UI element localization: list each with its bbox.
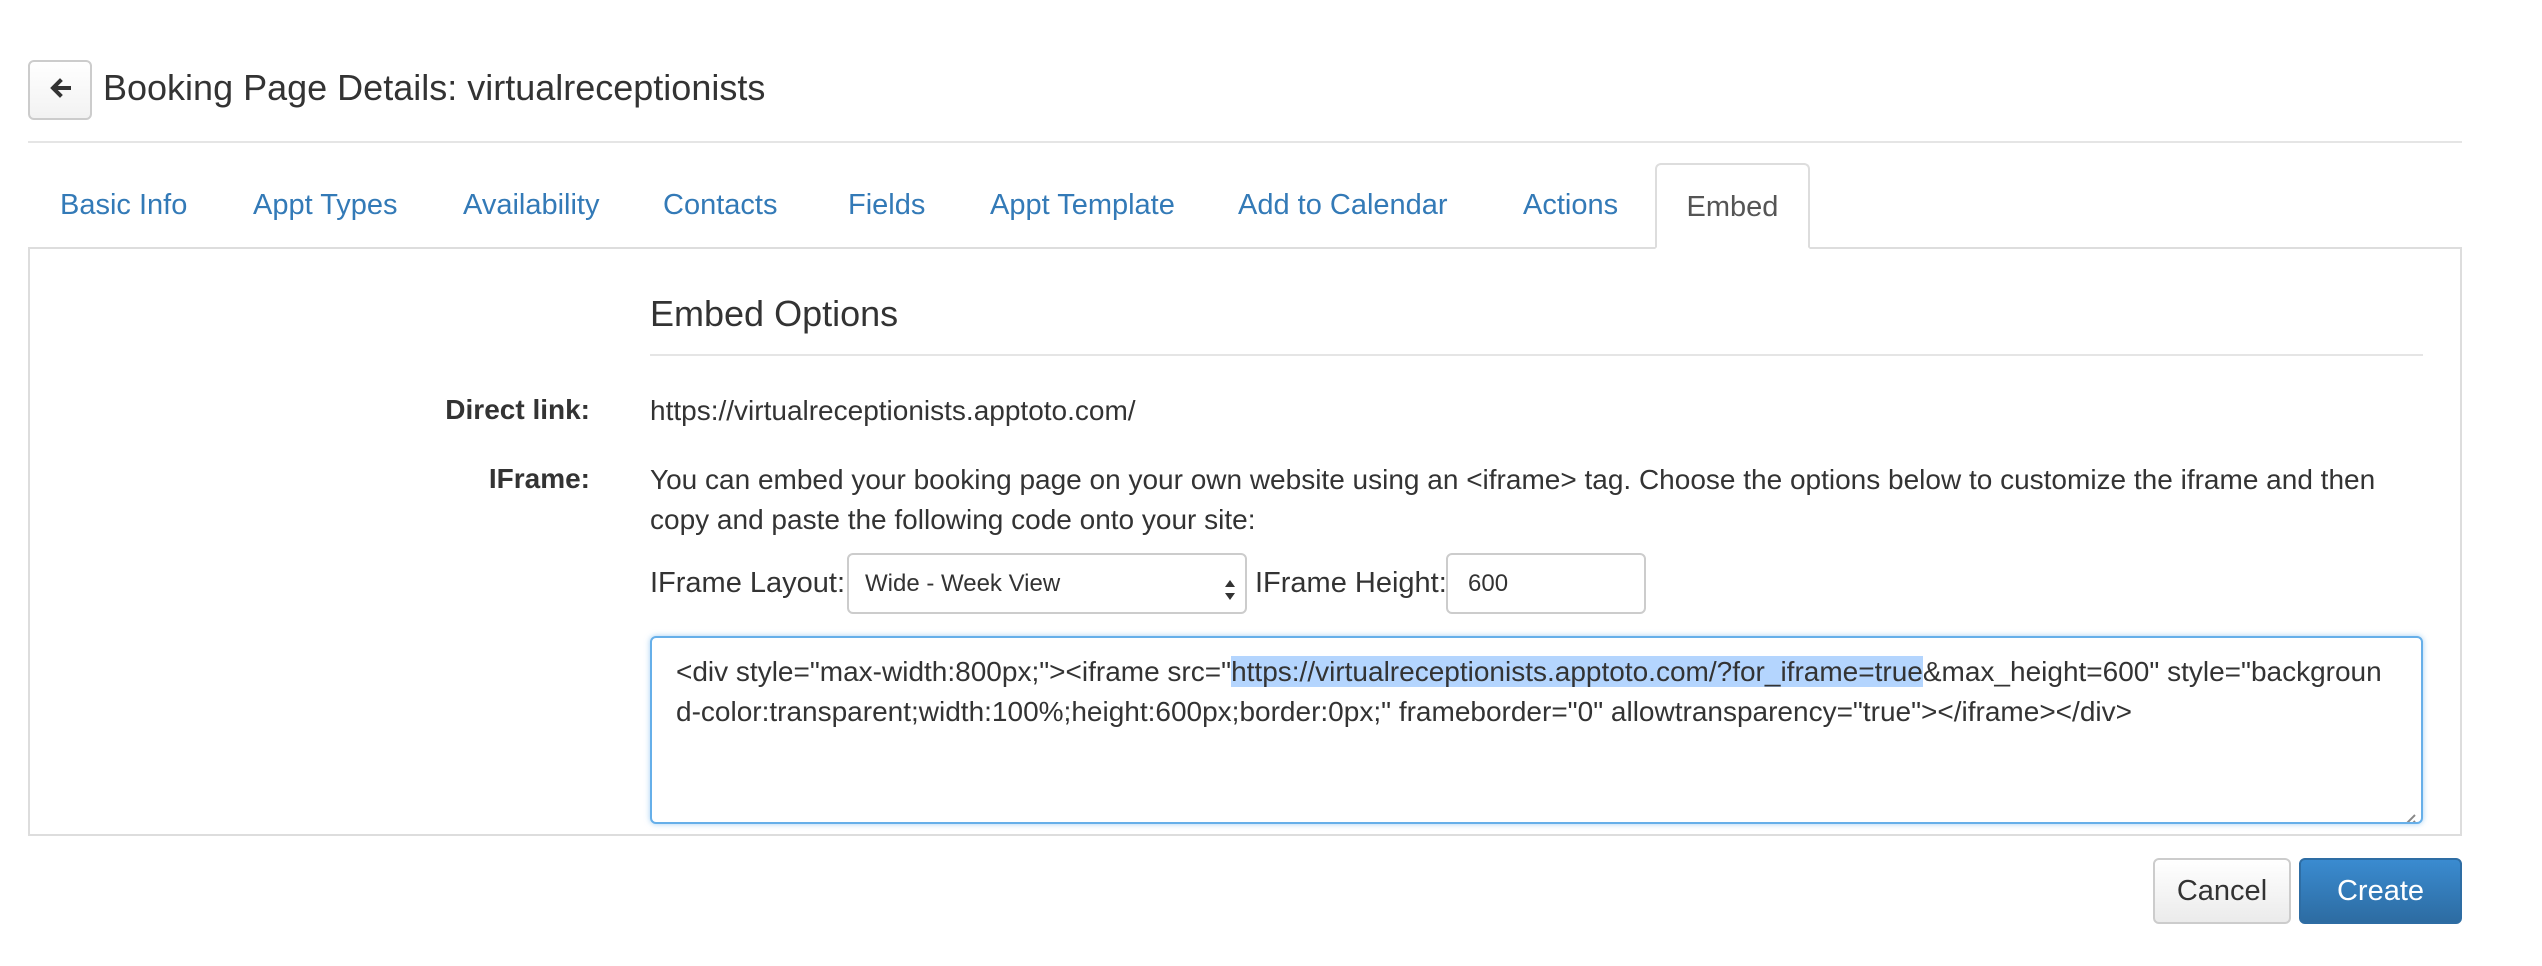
embed-code-textarea[interactable]: <div style="max-width:800px;"><iframe sr… (650, 636, 2423, 824)
create-button[interactable]: Create (2299, 858, 2462, 924)
booking-page-details: Booking Page Details: virtualreceptionis… (0, 0, 2542, 966)
iframe-height-label: IFrame Height: (1255, 567, 1447, 599)
tab-basic-info[interactable]: Basic Info (60, 163, 187, 247)
tab-appt-types[interactable]: Appt Types (253, 163, 398, 247)
iframe-height-input[interactable]: 600 (1446, 553, 1646, 614)
tab-bar: Basic Info Appt Types Availability Conta… (28, 163, 2462, 249)
tab-availability[interactable]: Availability (463, 163, 599, 247)
iframe-layout-selected: Wide - Week View (865, 570, 1061, 597)
tab-contacts[interactable]: Contacts (663, 163, 777, 247)
tab-appt-template[interactable]: Appt Template (990, 163, 1175, 247)
section-title: Embed Options (650, 293, 899, 334)
iframe-layout-label: IFrame Layout: (650, 567, 846, 599)
cancel-button[interactable]: Cancel (2153, 858, 2291, 924)
tab-actions[interactable]: Actions (1523, 163, 1618, 247)
iframe-description: You can embed your booking page on your … (650, 464, 2376, 535)
direct-link-label: Direct link: (445, 394, 590, 425)
back-button[interactable] (28, 60, 92, 120)
header-divider (28, 141, 2462, 143)
select-arrows-icon (1223, 569, 1237, 600)
direct-link-value: https://virtualreceptionists.apptoto.com… (650, 395, 1136, 426)
tab-fields[interactable]: Fields (848, 163, 925, 247)
iframe-layout-select[interactable]: Wide - Week View (847, 553, 1247, 614)
tab-embed[interactable]: Embed (1655, 163, 1810, 249)
section-divider (650, 354, 2423, 356)
embed-code-selected-url: https://virtualreceptionists.apptoto.com… (1231, 656, 1923, 687)
resize-grip-icon[interactable] (2399, 800, 2417, 822)
iframe-label: IFrame: (488, 463, 590, 494)
tab-add-to-calendar[interactable]: Add to Calendar (1238, 163, 1448, 247)
page-title: Booking Page Details: virtualreceptionis… (103, 67, 766, 108)
arrow-left-icon (49, 77, 71, 104)
embed-code-prefix: <div style="max-width:800px;"><iframe sr… (676, 656, 1232, 687)
